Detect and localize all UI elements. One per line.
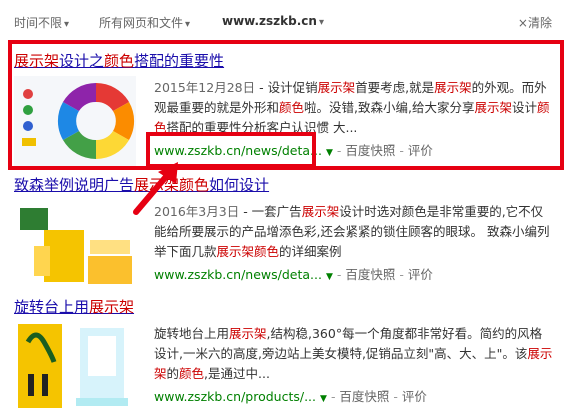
rotating-stand-image (14, 322, 136, 408)
snippet-text: - 一套广告 (239, 204, 302, 219)
snippet-highlight: 颜色 (254, 244, 280, 259)
snippet-highlight: 展示架 (229, 326, 267, 341)
result-url-row: www.zszkb.cn/news/deta... ▼ - 百度快照 - 评价 (154, 264, 433, 283)
display-rack-image (14, 200, 136, 290)
time-filter-dropdown[interactable]: 时间不限 ▾ (14, 14, 69, 31)
result-url[interactable]: www.zszkb.cn/products/... (154, 389, 316, 404)
search-filter-bar: 时间不限 ▾ 所有网页和文件 ▾ www.zszkb.cn ▾ ×清除 (0, 0, 570, 40)
caret-down-icon[interactable]: ▼ (326, 272, 333, 282)
filetype-filter-label: 所有网页和文件 (99, 16, 184, 30)
cache-link[interactable]: 百度快照 (345, 267, 395, 282)
separator: - (389, 389, 402, 404)
site-filter-label: www.zszkb.cn (222, 14, 317, 28)
snippet-text: 的 (166, 366, 180, 381)
result-thumbnail[interactable] (14, 200, 136, 290)
title-text: 如何设计 (209, 176, 270, 194)
site-filter-dropdown[interactable]: www.zszkb.cn ▾ (222, 14, 324, 28)
snippet-text: ,结构稳,360°每一个角度都非常好看。简约的风 (266, 326, 530, 341)
snippet-text: 的详细案例 (279, 244, 342, 259)
cache-link[interactable]: 百度快照 (339, 389, 389, 404)
filetype-filter-dropdown[interactable]: 所有网页和文件 ▾ (99, 14, 190, 31)
separator: - (395, 267, 408, 282)
result-snippet: 旋转地台上用展示架,结构稳,360°每一个角度都非常好看。简约的风格设计,一米六… (154, 324, 554, 384)
chevron-down-icon: ▾ (318, 17, 324, 28)
snippet-highlight: 展示架 (301, 204, 340, 219)
clear-filters-label: 清除 (527, 16, 552, 30)
review-link[interactable]: 评价 (408, 267, 433, 282)
chevron-down-icon: ▾ (185, 19, 191, 30)
snippet-text: 能给所要展示的产品增添色彩,还会紧紧的锁住顾客的眼球。 致森小 (154, 224, 525, 239)
close-icon: × (517, 16, 528, 30)
annotation-arrow-icon (133, 162, 178, 215)
result-url[interactable]: www.zszkb.cn/news/deta... (154, 267, 322, 282)
title-text: 致森举例说明广告 (14, 176, 135, 194)
clear-filters-button[interactable]: ×清除 (518, 14, 552, 31)
result-url-row: www.zszkb.cn/products/... ▼ - 百度快照 - 评价 (154, 386, 427, 405)
title-text: 旋转台上用 (14, 298, 90, 316)
review-link[interactable]: 评价 (402, 389, 427, 404)
snippet-text: 设计时选对颜色是非常重要的,它不仅 (339, 204, 544, 219)
snippet-text: 旋转地台上用 (154, 326, 230, 341)
snippet-text: ,是通过中... (204, 366, 270, 381)
caret-down-icon[interactable]: ▼ (320, 394, 327, 404)
title-highlight: 展示架 (89, 298, 135, 316)
snippet-highlight: 颜色 (179, 366, 205, 381)
snippet-highlight: 展示架 (216, 244, 255, 259)
result-thumbnail[interactable] (14, 322, 136, 408)
time-filter-label: 时间不限 (14, 16, 63, 30)
chevron-down-icon: ▾ (64, 19, 70, 30)
result-snippet: 2016年3月3日 - 一套广告展示架设计时选对颜色是非常重要的,它不仅能给所要… (154, 202, 554, 262)
result-title-link[interactable]: 旋转台上用展示架 (14, 296, 134, 317)
